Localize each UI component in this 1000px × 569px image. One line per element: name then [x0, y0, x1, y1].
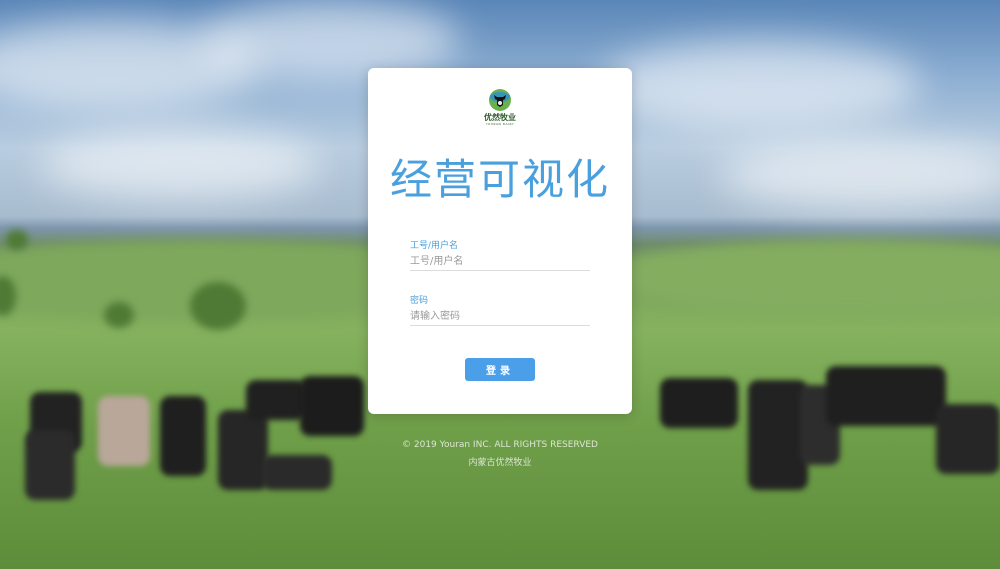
cow-head-icon: [488, 88, 512, 112]
brand-subtitle: YOURAN DAIRY: [485, 122, 515, 126]
copyright-text: © 2019 Youran INC. ALL RIGHTS RESERVED: [402, 440, 598, 450]
owner-text: 内蒙古优然牧业: [468, 458, 532, 468]
password-input[interactable]: [410, 307, 590, 326]
page-title: 经营可视化: [389, 155, 610, 204]
username-input[interactable]: [410, 252, 590, 271]
login-card: 优然牧业 YOURAN DAIRY 经营可视化 工号/用户名 密码 登录: [368, 68, 632, 414]
username-label: 工号/用户名: [410, 241, 459, 251]
password-label: 密码: [410, 296, 429, 306]
login-button[interactable]: 登录: [465, 358, 535, 381]
